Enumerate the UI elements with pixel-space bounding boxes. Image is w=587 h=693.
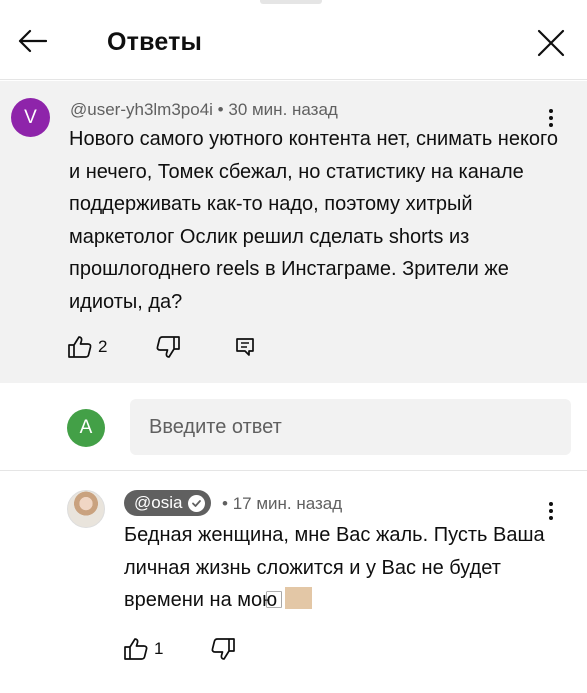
back-button[interactable] — [14, 24, 50, 58]
thumb-down-icon — [211, 638, 235, 660]
reply-compose-row: A — [0, 383, 587, 471]
like-button[interactable]: 1 — [124, 638, 163, 660]
user-avatar[interactable]: A — [67, 409, 105, 447]
avatar-letter: A — [79, 417, 93, 438]
back-arrow-icon — [18, 29, 47, 53]
like-count: 1 — [154, 639, 164, 658]
comment-text: Бедная женщина, мне Вас жаль. Пусть Ваша… — [124, 524, 545, 612]
meta-separator: • — [217, 100, 224, 119]
dislike-button[interactable] — [211, 638, 235, 660]
reply-input[interactable] — [130, 399, 571, 455]
reply-comment-icon — [236, 338, 254, 356]
avatar[interactable]: V — [11, 98, 50, 137]
thumb-up-icon — [68, 336, 92, 358]
comment-time: 17 мин. назад — [232, 494, 343, 513]
reply-comment: @osia • 17 мин. назад Бедная женщина, мн… — [0, 472, 587, 693]
like-count: 2 — [98, 337, 108, 356]
more-vert-icon — [549, 109, 553, 113]
comment-author[interactable]: @user-yh3lm3po4i — [70, 100, 213, 119]
close-button[interactable] — [532, 24, 570, 62]
dislike-button[interactable] — [156, 336, 180, 358]
verified-check-icon — [188, 494, 206, 512]
comment-meta: • 17 мин. назад — [222, 494, 342, 514]
comment-author: @osia — [134, 493, 183, 512]
comment-text-wrapper: Бедная женщина, мне Вас жаль. Пусть Ваша… — [124, 519, 564, 618]
page-title: Ответы — [107, 28, 203, 56]
avatar-letter: V — [24, 106, 37, 128]
thumb-up-icon — [124, 638, 148, 660]
comment-meta: @user-yh3lm3po4i • 30 мин. назад — [70, 100, 338, 120]
channel-author-chip[interactable]: @osia — [124, 490, 212, 516]
thumb-down-icon — [156, 336, 180, 358]
emoji-skin-tone — [284, 587, 312, 610]
comment-time: 30 мин. назад — [228, 100, 338, 119]
parent-comment: V @user-yh3lm3po4i • 30 мин. назад Новог… — [0, 81, 587, 383]
header: Ответы — [0, 0, 587, 80]
comment-text: Нового самого уютного контента нет, сним… — [69, 128, 559, 313]
avatar[interactable] — [67, 490, 105, 528]
close-icon — [537, 29, 565, 57]
like-button[interactable]: 2 — [68, 336, 107, 358]
more-vert-icon — [549, 502, 553, 506]
meta-separator: • — [222, 494, 228, 513]
reply-button[interactable] — [235, 337, 255, 357]
